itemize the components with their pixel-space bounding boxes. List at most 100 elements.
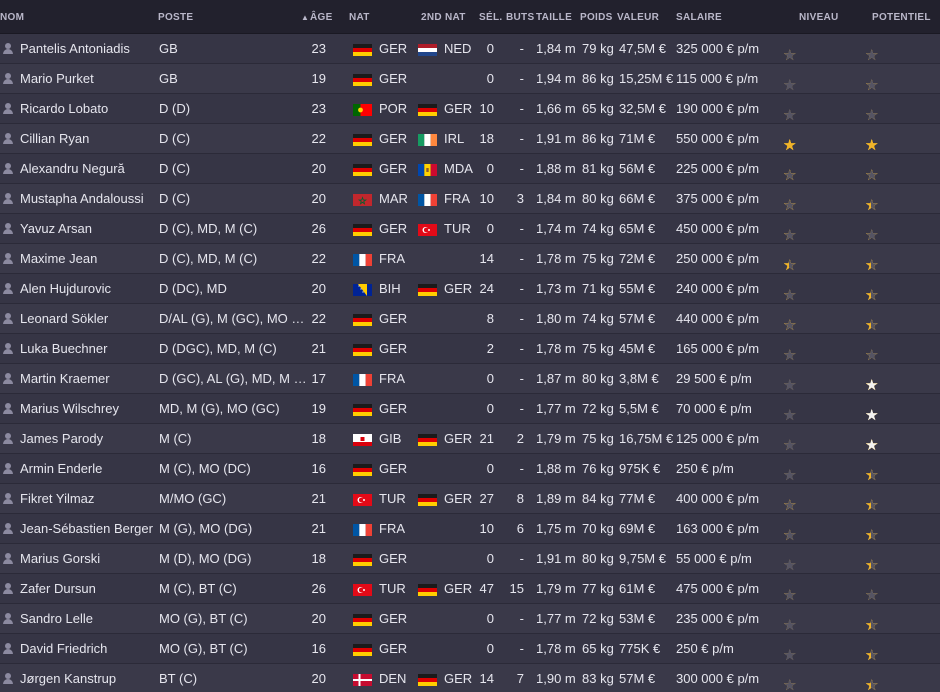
nationality-flag-icon — [353, 314, 372, 326]
nationality-flag-icon — [353, 224, 372, 236]
player-name[interactable]: Cillian Ryan — [20, 131, 156, 147]
player-name[interactable]: Ricardo Lobato — [20, 101, 156, 117]
player-name[interactable]: David Friedrich — [20, 641, 156, 657]
header-valeur[interactable]: VALEUR — [617, 12, 659, 23]
player-age: 19 — [311, 71, 326, 86]
header-2nd-nat[interactable]: 2ND NAT — [421, 12, 466, 23]
player-wage: 375 000 € p/m — [676, 191, 760, 206]
player-name[interactable]: Mustapha Andaloussi — [20, 191, 156, 207]
table-row[interactable]: Mustapha Andaloussi D (C) 20 MAR FRA 10 3 1,84 … — [0, 184, 940, 214]
nationality-flag-icon — [353, 344, 372, 356]
player-name[interactable]: Marius Wilschrey — [20, 401, 156, 417]
table-row[interactable]: Maxime Jean D (C), MD, M (C) 22 FRA 14 -1,78 … — [0, 244, 940, 274]
player-name[interactable]: Fikret Yilmaz — [20, 491, 156, 507]
header-poids[interactable]: POIDS — [580, 12, 613, 23]
player-nationality: GER — [379, 221, 408, 236]
table-row[interactable]: Mario Purket GB 19 GER 0 -1,94 m 86 kg 15,25M €… — [0, 64, 940, 94]
player-value: 32,5M € — [619, 101, 666, 116]
player-name[interactable]: James Parody — [20, 431, 156, 447]
table-row[interactable]: Ricardo Lobato D (D) 23 POR GER 10 -1,66 m 65 k… — [0, 94, 940, 124]
person-icon — [3, 43, 13, 55]
player-weight: 76 kg — [582, 461, 614, 476]
player-nationality: GER — [379, 161, 408, 176]
table-row[interactable]: Fikret Yilmaz M/MO (GC) 21 TUR GER 27 8 1,89 m 8… — [0, 484, 940, 514]
player-name[interactable]: Jean-Sébastien Berger — [20, 521, 156, 537]
table-row[interactable]: Cillian Ryan D (C) 22 GER IRL 18 -1,91 m 86 kg 7… — [0, 124, 940, 154]
table-row[interactable]: Zafer Dursun M (C), BT (C) 26 TUR GER 47 15 1,7… — [0, 574, 940, 604]
table-row[interactable]: Jean-Sébastien Berger M (G), MO (DG) 21 FRA… — [0, 514, 940, 544]
player-height: 1,77 m — [536, 611, 576, 626]
header-nom[interactable]: NOM — [0, 12, 24, 23]
table-row[interactable]: Sandro Lelle MO (G), BT (C) 20 GER 0 -1,77 m 7… — [0, 604, 940, 634]
table-row[interactable]: Martin Kraemer D (GC), AL (G), MD, M (C) 1… — [0, 364, 940, 394]
player-name[interactable]: Martin Kraemer — [20, 371, 156, 387]
table-row[interactable]: Jørgen Kanstrup BT (C) 20 DEN GER 14 7 1,90 m 83… — [0, 664, 940, 692]
player-name[interactable]: Maxime Jean — [20, 251, 156, 267]
player-goals: - — [519, 461, 524, 476]
player-name[interactable]: Yavuz Arsan — [20, 221, 156, 237]
person-icon — [3, 613, 13, 625]
person-icon — [3, 403, 13, 415]
table-row[interactable]: Armin Enderle M (C), MO (DC) 16 GER 0 -1,88 m… — [0, 454, 940, 484]
player-height: 1,90 m — [536, 671, 576, 686]
player-wage: 235 000 € p/m — [676, 611, 760, 626]
table-row[interactable]: Leonard Sökler D/AL (G), M (GC), MO (G) 22… — [0, 304, 940, 334]
nationality-flag-icon — [353, 254, 372, 266]
player-name[interactable]: Alen Hujdurovic — [20, 281, 156, 297]
header-age[interactable]: ÂGE — [310, 12, 333, 23]
player-name[interactable]: Alexandru Negură — [20, 161, 156, 177]
player-wage: 225 000 € p/m — [676, 161, 760, 176]
player-value: 5,5M € — [619, 401, 659, 416]
header-salaire[interactable]: SALAIRE — [676, 12, 722, 23]
player-nationality: GER — [379, 311, 408, 326]
player-age: 21 — [311, 341, 326, 356]
player-wage: 55 000 € p/m — [676, 551, 752, 566]
table-row[interactable]: James Parody M (C) 18 GIB GER 21 2 1,79 m 75 kg 1… — [0, 424, 940, 454]
table-row[interactable]: Pantelis Antoniadis GB 23 GER NED 0 -1,84 m 79 … — [0, 34, 940, 64]
player-goals: - — [519, 161, 524, 176]
player-caps: 0 — [486, 41, 494, 56]
header-niveau[interactable]: NIVEAU — [799, 12, 839, 23]
player-value: 15,25M € — [619, 71, 674, 86]
header-potentiel[interactable]: POTENTIEL — [872, 12, 931, 23]
header-buts[interactable]: BUTS — [506, 12, 534, 23]
player-name[interactable]: Leonard Sökler — [20, 311, 156, 327]
player-value: 57M € — [619, 311, 656, 326]
player-position: MO (G), BT (C) — [159, 611, 248, 626]
player-caps: 10 — [479, 521, 494, 536]
nationality-flag-icon — [353, 674, 372, 686]
header-poste[interactable]: POSTE — [158, 12, 193, 23]
player-height: 1,79 m — [536, 431, 576, 446]
star-icon: ★ — [783, 107, 796, 124]
second-nationality-flag-icon — [418, 494, 437, 506]
header-taille[interactable]: TAILLE — [536, 12, 572, 23]
player-nationality: TUR — [379, 581, 406, 596]
star-icon: ★ — [865, 407, 878, 424]
table-row[interactable]: Marius Gorski M (D), MO (DG) 18 GER 0 -1,91 m… — [0, 544, 940, 574]
player-age: 23 — [311, 41, 326, 56]
player-wage: 115 000 € p/m — [676, 71, 759, 86]
nationality-flag-icon — [353, 404, 372, 416]
player-name[interactable]: Mario Purket — [20, 71, 156, 87]
header-sel[interactable]: SÉL. — [479, 12, 502, 23]
player-age: 20 — [311, 191, 326, 206]
player-name[interactable]: Jørgen Kanstrup — [20, 671, 156, 687]
header-nat[interactable]: NAT — [349, 12, 370, 23]
table-row[interactable]: Alexandru Negură D (C) 20 GER MDA 0 -1,88 m 81 … — [0, 154, 940, 184]
player-name[interactable]: Sandro Lelle — [20, 611, 156, 627]
star-icon: ★ — [865, 648, 878, 665]
player-name[interactable]: Pantelis Antoniadis — [20, 41, 156, 57]
player-name[interactable]: Marius Gorski — [20, 551, 156, 567]
table-row[interactable]: David Friedrich MO (G), BT (C) 16 GER 0 -1,78… — [0, 634, 940, 664]
player-wage: 450 000 € p/m — [676, 221, 760, 236]
player-value: 69M € — [619, 521, 656, 536]
table-row[interactable]: Alen Hujdurovic D (DC), MD 20 BIH GER 24 -1,73… — [0, 274, 940, 304]
player-goals: - — [519, 401, 524, 416]
player-goals: 3 — [516, 191, 524, 206]
player-name[interactable]: Zafer Dursun — [20, 581, 156, 597]
table-row[interactable]: Yavuz Arsan D (C), MD, M (C) 26 GER TUR 0 -1,7… — [0, 214, 940, 244]
player-name[interactable]: Armin Enderle — [20, 461, 156, 477]
table-row[interactable]: Luka Buechner D (DGC), MD, M (C) 21 GER 2 -1,… — [0, 334, 940, 364]
table-row[interactable]: Marius Wilschrey MD, M (G), MO (GC) 19 GER 0… — [0, 394, 940, 424]
player-name[interactable]: Luka Buechner — [20, 341, 156, 357]
